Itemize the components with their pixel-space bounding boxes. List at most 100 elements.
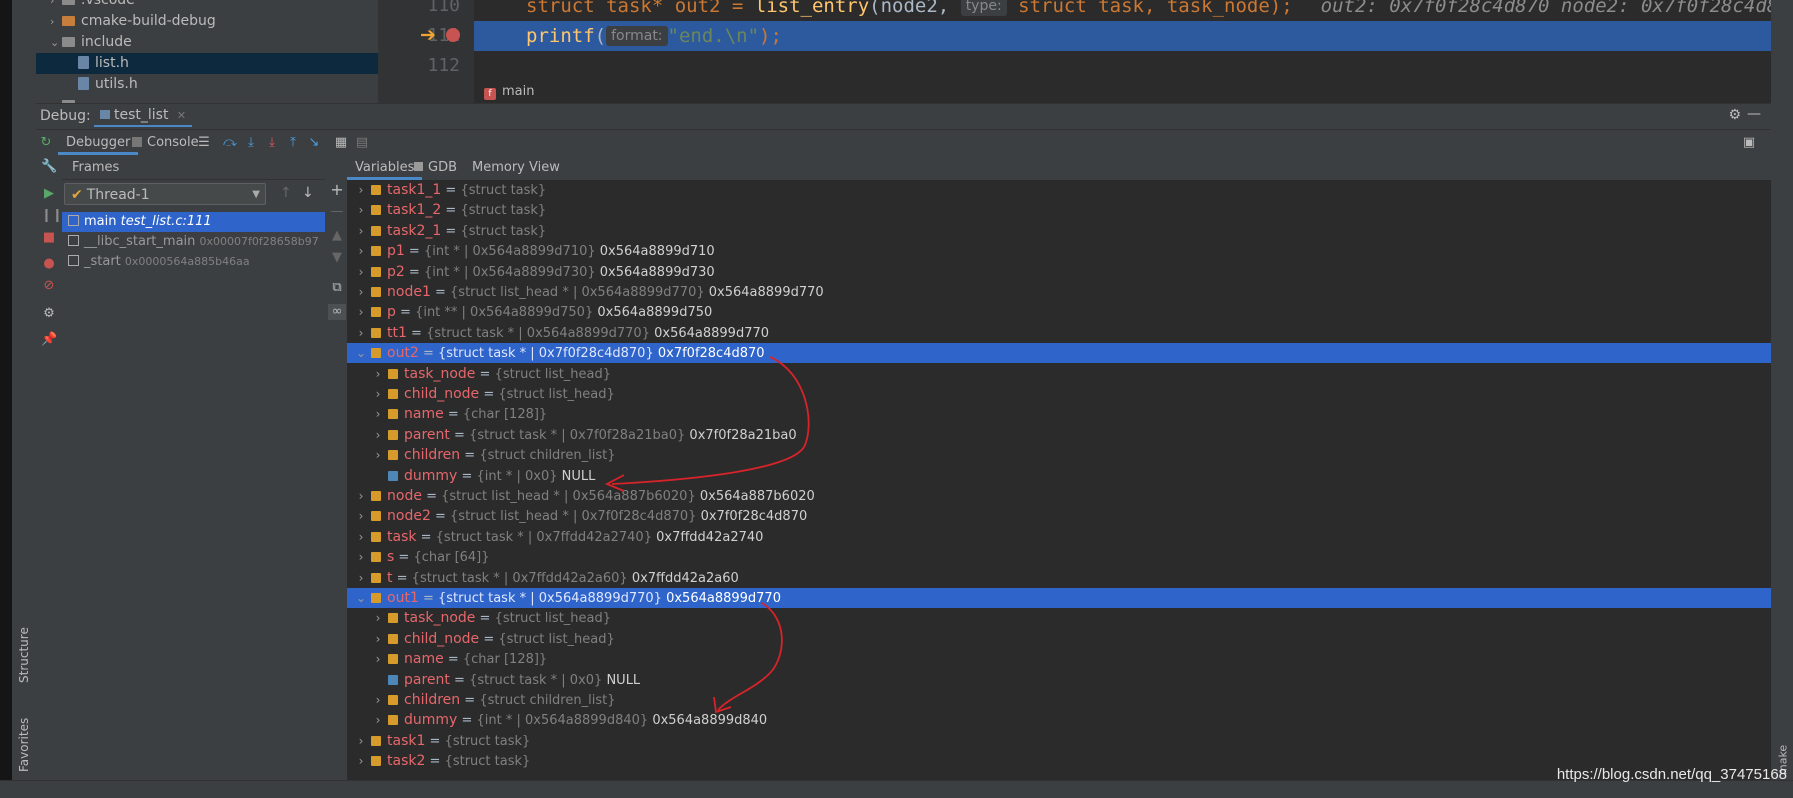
variable-row[interactable]: › task1 = {struct task}: [347, 731, 1771, 751]
tab-variables[interactable]: Variables: [347, 156, 423, 180]
next-frame-icon[interactable]: ↓: [302, 185, 314, 201]
add-watch-icon[interactable]: +: [329, 182, 345, 198]
step-over-icon[interactable]: ⤼: [222, 135, 238, 151]
run-to-cursor-icon[interactable]: ↘: [306, 135, 322, 151]
variable-row[interactable]: › task_node = {struct list_head}: [347, 364, 1771, 384]
step-into-icon[interactable]: ⤓: [243, 135, 259, 151]
copy-icon[interactable]: ⧉: [329, 280, 345, 296]
chevron-right-icon[interactable]: ›: [355, 751, 367, 771]
chevron-right-icon[interactable]: ›: [355, 527, 367, 547]
variable-row[interactable]: › children = {struct children_list}: [347, 445, 1771, 465]
variable-row[interactable]: › dummy = {int * | 0x564a8899d840} 0x564a…: [347, 710, 1771, 730]
mute-breakpoints-icon[interactable]: ⊘: [41, 278, 57, 294]
pin-icon[interactable]: 📌: [41, 332, 57, 348]
chevron-right-icon[interactable]: ›: [355, 731, 367, 751]
variable-row[interactable]: › tt1 = {struct task * | 0x564a8899d770} …: [347, 323, 1771, 343]
tree-item[interactable]: ›...: [36, 95, 94, 103]
variable-row[interactable]: › task1_1 = {struct task}: [347, 180, 1771, 200]
chevron-right-icon[interactable]: ›: [355, 200, 367, 220]
glasses-icon[interactable]: ∞: [328, 304, 346, 320]
chevron-right-icon[interactable]: ›: [372, 425, 384, 445]
chevron-right-icon[interactable]: ›: [355, 302, 367, 322]
breadcrumb[interactable]: f main: [474, 80, 534, 103]
chevron-right-icon[interactable]: ›: [355, 282, 367, 302]
variable-row[interactable]: › p2 = {int * | 0x564a8899d730} 0x564a889…: [347, 262, 1771, 282]
thread-select[interactable]: ✔ Thread-1 ▼: [64, 183, 266, 205]
chevron-right-icon[interactable]: ›: [355, 568, 367, 588]
chevron-right-icon[interactable]: ›: [355, 221, 367, 241]
favorites-tab[interactable]: Favorites: [12, 710, 36, 780]
pause-icon[interactable]: ❙❙: [41, 208, 63, 224]
variable-row[interactable]: › t = {struct task * | 0x7ffdd42a2a60} 0x…: [347, 568, 1771, 588]
variable-row[interactable]: › p1 = {int * | 0x564a8899d710} 0x564a889…: [347, 241, 1771, 261]
chevron-right-icon[interactable]: ›: [372, 364, 384, 384]
force-step-into-icon[interactable]: ⤓: [264, 135, 280, 151]
breakpoint-icon[interactable]: [446, 28, 460, 42]
close-icon[interactable]: ✕: [177, 109, 186, 122]
variable-row[interactable]: › task1_2 = {struct task}: [347, 200, 1771, 220]
chevron-right-icon[interactable]: ›: [372, 649, 384, 669]
frame-item[interactable]: _start 0x0000564a885b46aa: [62, 252, 325, 272]
code-editor[interactable]: 110 111 112 ➔ struct task* out2 = list_entr…: [378, 0, 1771, 103]
wrench-icon[interactable]: 🔧: [41, 159, 57, 175]
tree-item[interactable]: ⌄ include: [36, 32, 132, 53]
frame-item[interactable]: main test_list.c:111: [62, 212, 325, 232]
variable-row[interactable]: › children = {struct children_list}: [347, 690, 1771, 710]
menu-icon[interactable]: ☰: [196, 135, 212, 151]
tab-debugger[interactable]: Debugger: [58, 130, 139, 155]
debug-session-tab[interactable]: test_list ✕: [94, 107, 193, 127]
chevron-right-icon[interactable]: ›: [372, 384, 384, 404]
chevron-right-icon[interactable]: ›: [355, 506, 367, 526]
code-line[interactable]: [474, 51, 1771, 81]
settings-icon[interactable]: ⚙: [41, 306, 57, 322]
variable-row[interactable]: › task_node = {struct list_head}: [347, 608, 1771, 628]
chevron-right-icon[interactable]: ›: [372, 629, 384, 649]
current-execution-line[interactable]: printf(format: "end.\n");: [474, 21, 1771, 51]
structure-tab[interactable]: Structure: [12, 620, 36, 690]
variable-row[interactable]: ⌄ out1 = {struct task * | 0x564a8899d770}…: [347, 588, 1771, 608]
chevron-right-icon[interactable]: ›: [355, 180, 367, 200]
stop-icon[interactable]: ■: [41, 230, 57, 246]
rerun-icon[interactable]: ↻: [38, 135, 54, 151]
chevron-down-icon[interactable]: ⌄: [50, 32, 62, 53]
variable-row[interactable]: dummy = {int * | 0x0} NULL: [347, 466, 1771, 486]
tab-memory-view[interactable]: Memory View: [472, 156, 560, 180]
chevron-right-icon[interactable]: ›: [372, 608, 384, 628]
variable-row[interactable]: › s = {char [64]}: [347, 547, 1771, 567]
chevron-right-icon[interactable]: ›: [355, 241, 367, 261]
variable-row[interactable]: › p = {int ** | 0x564a8899d750} 0x564a889…: [347, 302, 1771, 322]
layout-icon[interactable]: ▣: [1741, 135, 1757, 151]
variable-row[interactable]: › child_node = {struct list_head}: [347, 384, 1771, 404]
variable-row[interactable]: ⌄ out2 = {struct task * | 0x7f0f28c4d870}…: [347, 343, 1771, 364]
chevron-right-icon[interactable]: ›: [50, 95, 62, 103]
tab-console[interactable]: Console: [132, 130, 199, 155]
evaluate-icon[interactable]: ▦: [333, 135, 349, 151]
move-up-icon[interactable]: ▲: [329, 228, 345, 244]
minimize-icon[interactable]: —: [1747, 106, 1761, 122]
trace-icon[interactable]: ▤: [354, 135, 370, 151]
remove-watch-icon[interactable]: —: [329, 204, 345, 220]
frame-item[interactable]: __libc_start_main 0x00007f0f28658b97: [62, 232, 325, 252]
variable-row[interactable]: › node1 = {struct list_head * | 0x564a889…: [347, 282, 1771, 302]
gear-icon[interactable]: ⚙: [1728, 107, 1741, 123]
tab-gdb[interactable]: GDB: [414, 156, 457, 180]
chevron-right-icon[interactable]: ›: [355, 262, 367, 282]
chevron-down-icon[interactable]: ⌄: [355, 588, 367, 608]
chevron-down-icon[interactable]: ⌄: [355, 343, 367, 363]
tree-item[interactable]: › cmake-build-debug: [36, 11, 216, 32]
variable-row[interactable]: › task2_1 = {struct task}: [347, 221, 1771, 241]
variable-row[interactable]: › parent = {struct task * | 0x7f0f28a21ba…: [347, 425, 1771, 445]
tree-item[interactable]: list.h: [36, 53, 378, 74]
view-breakpoints-icon[interactable]: ●: [41, 256, 57, 272]
chevron-right-icon[interactable]: ›: [355, 486, 367, 506]
variable-row[interactable]: › child_node = {struct list_head}: [347, 629, 1771, 649]
chevron-right-icon[interactable]: ›: [50, 0, 62, 11]
chevron-right-icon[interactable]: ›: [355, 547, 367, 567]
chevron-right-icon[interactable]: ›: [372, 690, 384, 710]
code-line[interactable]: struct task* out2 = list_entry(node2, ty…: [474, 0, 1771, 21]
chevron-right-icon[interactable]: ›: [372, 445, 384, 465]
move-down-icon[interactable]: ▼: [329, 250, 345, 266]
chevron-right-icon[interactable]: ›: [355, 323, 367, 343]
chevron-right-icon[interactable]: ›: [50, 11, 62, 32]
variable-row[interactable]: › task = {struct task * | 0x7ffdd42a2740}…: [347, 527, 1771, 547]
